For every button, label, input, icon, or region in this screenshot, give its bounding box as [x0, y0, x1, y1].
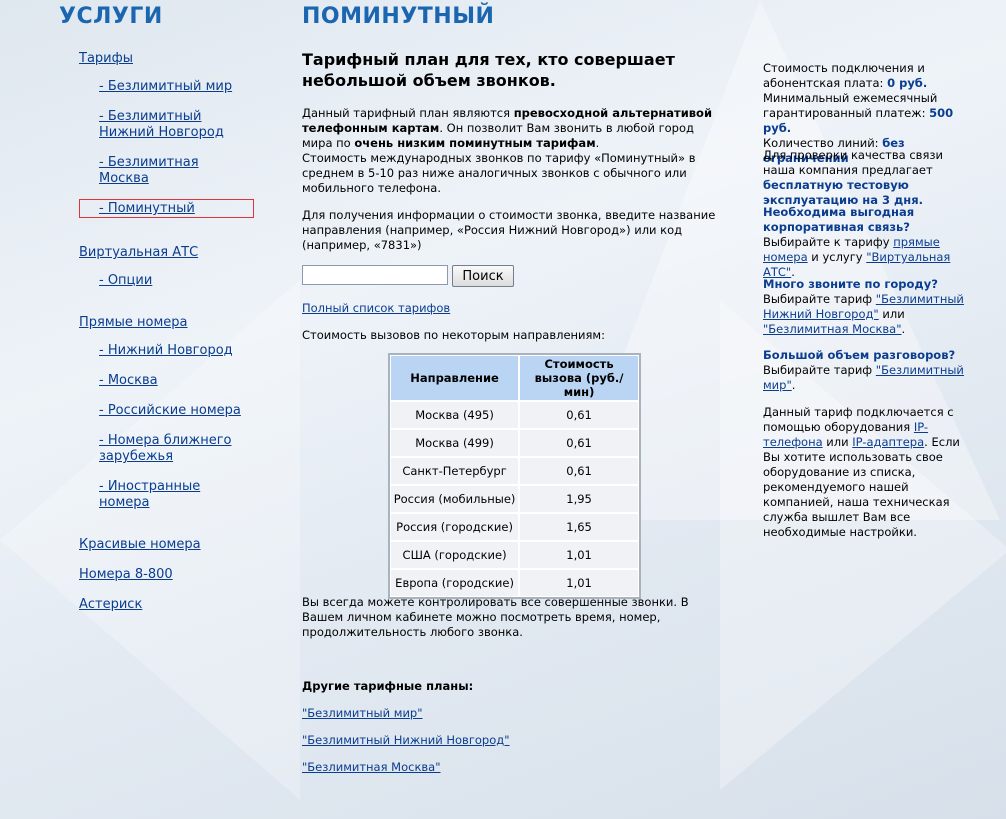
cost-cell: 0,61	[519, 457, 639, 485]
main-content: ПОМИНУТНЫЙ Тарифный план для тех, кто со…	[302, 4, 732, 774]
nav-asterisk[interactable]: Астериск	[79, 597, 142, 613]
corporate-info: Необходима выгодная корпоративная связь?…	[763, 205, 978, 280]
info-text: . Если Вы хотите использовать свое обору…	[763, 435, 960, 539]
services-column: УСЛУГИ Тарифы - Безлимитный мир - Безлим…	[59, 4, 269, 612]
info-question: Необходима выгодная корпоративная связь?	[763, 205, 915, 234]
info-text: Выбирайте тариф	[763, 292, 876, 306]
table-row: Россия (мобильные) 1,95	[390, 485, 639, 513]
tariff-heading: Тарифный план для тех, кто совершает неб…	[302, 50, 675, 90]
nav-direct-numbers[interactable]: Прямые номера	[79, 315, 188, 331]
nav-8800-numbers[interactable]: Номера 8-800	[79, 567, 173, 583]
big-volume-info: Большой объем разговоров? Выбирайте тари…	[763, 348, 978, 393]
nav-foreign-numbers[interactable]: - Иностранные номера	[99, 479, 219, 511]
info-text: и услугу	[807, 250, 867, 264]
table-row: Европа (городские) 1,01	[390, 569, 639, 597]
table-row: США (городские) 1,01	[390, 541, 639, 569]
direction-cell: Россия (городские)	[390, 513, 520, 541]
city-calls-info: Много звоните по городу? Выбирайте тариф…	[763, 277, 978, 337]
nav-russian-numbers[interactable]: - Российские номера	[99, 403, 259, 419]
search-hint: Для получения информации о стоимости зво…	[302, 208, 716, 252]
direction-cell: Европа (городские)	[390, 569, 520, 597]
control-paragraph: Вы всегда можете контролировать все сове…	[302, 595, 689, 639]
nav-per-minute[interactable]: - Поминутный	[99, 201, 195, 217]
cost-cell: 1,95	[519, 485, 639, 513]
header-direction: Направление	[390, 355, 520, 401]
nav-options[interactable]: - Опции	[99, 273, 259, 289]
other-plans-title: Другие тарифные планы:	[302, 679, 474, 693]
info-text: Минимальный ежемесячный гарантированный …	[763, 91, 938, 120]
nav-tariffs[interactable]: Тарифы	[79, 51, 133, 67]
direction-cell: Москва (499)	[390, 429, 520, 457]
rates-table: Направление Стоимость вызова (руб./мин) …	[388, 353, 641, 599]
nav-virtual-pbx[interactable]: Виртуальная АТС	[79, 245, 198, 261]
header-cost: Стоимость вызова (руб./мин)	[519, 355, 639, 401]
unlimited-moscow-link[interactable]: "Безлимитная Москва"	[763, 322, 902, 336]
info-text: Выбирайте к тарифу	[763, 235, 894, 249]
nav-current-highlight: - Поминутный	[79, 199, 254, 218]
nav-beautiful-numbers[interactable]: Красивые номера	[79, 537, 201, 553]
trial-info: Для проверки качества связи наша компани…	[763, 148, 978, 208]
nav-unlimited-moscow[interactable]: - Безлимитная Москва	[99, 155, 219, 187]
cost-cell: 1,65	[519, 513, 639, 541]
cost-cell: 0,61	[519, 401, 639, 429]
info-text: или	[878, 307, 905, 321]
nav-direct-nn[interactable]: - Нижний Новгород	[99, 343, 259, 359]
direction-cell: США (городские)	[390, 541, 520, 569]
info-value: бесплатную тестовую эксплуатацию на 3 дн…	[763, 178, 923, 207]
intro-paragraph: Данный тарифный план являются превосходн…	[302, 106, 722, 196]
intro-bold: очень низким поминутным тарифам	[354, 136, 596, 150]
direction-cell: Санкт-Петербург	[390, 457, 520, 485]
other-plan-link-nn[interactable]: "Безлимитный Нижний Новгород"	[302, 733, 510, 747]
cost-cell: 0,61	[519, 429, 639, 457]
intro-text-intl: Стоимость международных звонков по тариф…	[302, 151, 696, 195]
nav-near-abroad-numbers[interactable]: - Номера ближнего зарубежья	[99, 433, 239, 465]
table-row: Санкт-Петербург 0,61	[390, 457, 639, 485]
info-text: Для проверки качества связи наша компани…	[763, 148, 943, 177]
equipment-info: Данный тариф подключается с помощью обор…	[763, 405, 978, 540]
info-text: Выбирайте тариф	[763, 363, 876, 377]
nav-unlimited-world[interactable]: - Безлимитный мир	[99, 79, 259, 95]
table-header-row: Направление Стоимость вызова (руб./мин)	[390, 355, 639, 401]
cost-cell: 1,01	[519, 541, 639, 569]
info-text: .	[901, 322, 906, 336]
nav-direct-moscow[interactable]: - Москва	[99, 373, 259, 389]
info-value: 0 руб.	[887, 76, 928, 90]
table-row: Россия (городские) 1,65	[390, 513, 639, 541]
other-plan-link-world[interactable]: "Безлимитный мир"	[302, 706, 423, 720]
info-text: .	[791, 378, 796, 392]
search-button[interactable]: Поиск	[452, 265, 514, 287]
intro-text: .	[595, 136, 600, 150]
other-plan-link-moscow[interactable]: "Безлимитная Москва"	[302, 760, 441, 774]
table-row: Москва (495) 0,61	[390, 401, 639, 429]
table-caption: Стоимость вызовов по некоторым направлен…	[302, 328, 605, 342]
nav-unlimited-nn[interactable]: - Безлимитный Нижний Новгород	[99, 109, 239, 141]
info-question: Большой объем разговоров?	[763, 348, 956, 362]
ip-adapter-link[interactable]: IP-адаптера	[852, 435, 924, 449]
page-title: ПОМИНУТНЫЙ	[302, 4, 495, 29]
search-input[interactable]	[302, 265, 448, 285]
full-tariff-list-link[interactable]: Полный список тарифов	[302, 301, 722, 316]
services-title: УСЛУГИ	[59, 4, 163, 29]
direction-cell: Россия (мобильные)	[390, 485, 520, 513]
cost-cell: 1,01	[519, 569, 639, 597]
info-text: или	[822, 435, 853, 449]
info-question: Много звоните по городу?	[763, 277, 938, 291]
intro-text: Данный тарифный план являются	[302, 106, 514, 120]
table-row: Москва (499) 0,61	[390, 429, 639, 457]
direction-cell: Москва (495)	[390, 401, 520, 429]
